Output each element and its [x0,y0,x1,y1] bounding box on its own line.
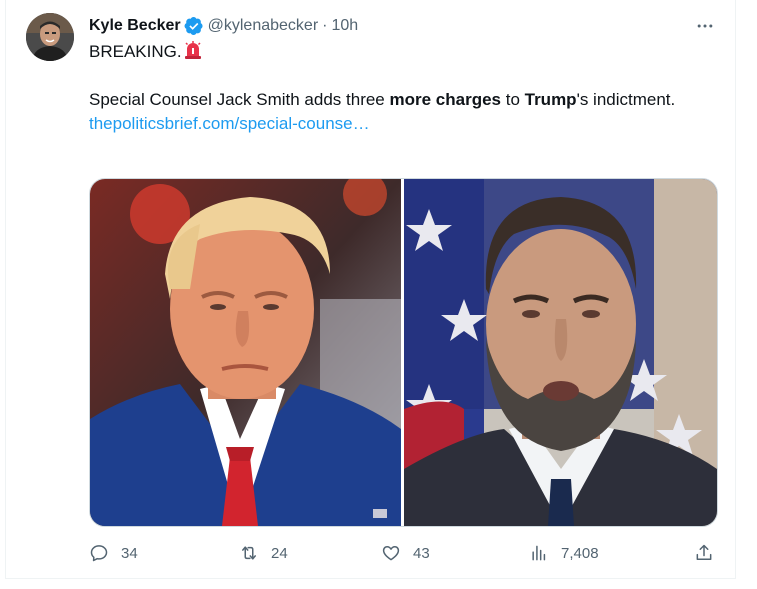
share-icon [696,544,712,560]
reply-button[interactable]: 34 [89,538,138,568]
timestamp[interactable]: 10h [331,17,358,35]
more-icon[interactable] [693,14,717,38]
article-link[interactable]: thepoliticsbrief.com/special-counse… [89,114,370,133]
views-button[interactable]: 7,408 [529,538,599,568]
verified-badge-icon [184,16,204,36]
like-icon [382,546,400,561]
tweet-text: BREAKING. Special Counsel Jack Smith add… [89,40,709,136]
body-bold-trump: Trump [524,90,577,109]
tweet-header: Kyle Becker @kylenabecker · 10h [89,14,358,38]
repost-count: 24 [271,544,288,562]
author-handle[interactable]: @kylenabecker [208,17,319,35]
tweet-card[interactable]: Kyle Becker @kylenabecker · 10h BREAKING… [5,0,736,579]
avatar[interactable] [26,13,74,61]
share-button[interactable] [694,538,714,568]
media-photo-left[interactable] [90,179,401,526]
tweet-line-body: Special Counsel Jack Smith adds three mo… [89,88,709,112]
repost-button[interactable]: 24 [239,538,288,568]
reply-count: 34 [121,544,138,562]
reply-icon [90,545,108,562]
breaking-text: BREAKING. [89,42,182,61]
siren-emoji-icon [183,40,203,60]
body-text-c: to [501,90,525,109]
media-photo-right[interactable] [404,179,717,526]
avatar-image [26,13,74,61]
repost-icon [242,546,256,560]
separator-dot: · [322,17,328,34]
views-count: 7,408 [561,544,599,562]
author-name[interactable]: Kyle Becker [89,17,181,35]
tweet-line-breaking: BREAKING. [89,40,709,64]
like-count: 43 [413,544,430,562]
body-text-a: Special Counsel Jack Smith adds three [89,90,390,109]
tweet-media[interactable] [89,178,718,527]
like-button[interactable]: 43 [381,538,430,568]
views-icon [532,545,546,561]
body-text-e: 's indictment. [576,90,676,109]
tweet-actions: 34 24 43 7,408 [89,538,714,568]
body-bold-charges: more charges [389,90,502,109]
